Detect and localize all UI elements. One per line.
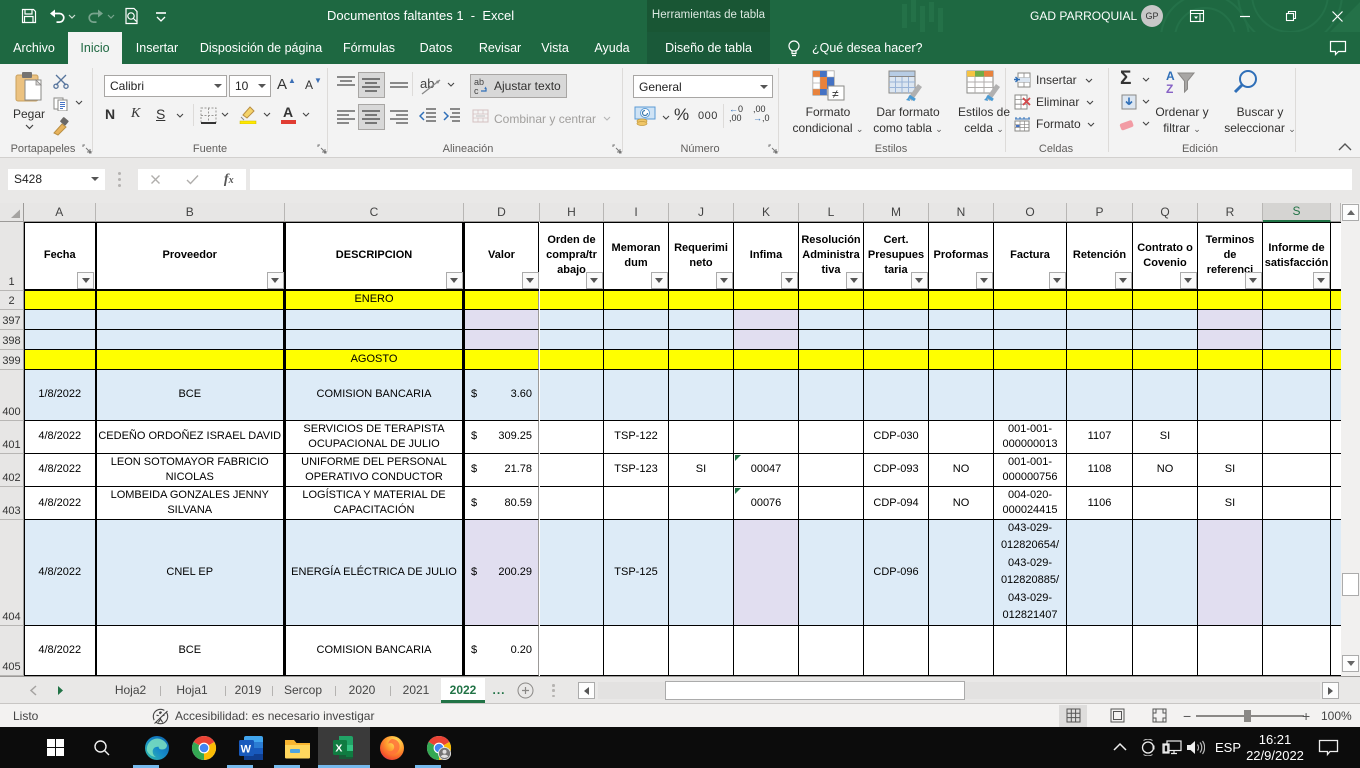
svg-text:c: c bbox=[474, 86, 479, 95]
svg-text:ab: ab bbox=[420, 76, 434, 91]
svg-text:W: W bbox=[240, 743, 251, 755]
svg-text:Z: Z bbox=[1166, 82, 1173, 95]
svg-text:A: A bbox=[1166, 69, 1175, 83]
svg-text:≠: ≠ bbox=[832, 87, 839, 101]
svg-text:X: X bbox=[335, 743, 342, 755]
